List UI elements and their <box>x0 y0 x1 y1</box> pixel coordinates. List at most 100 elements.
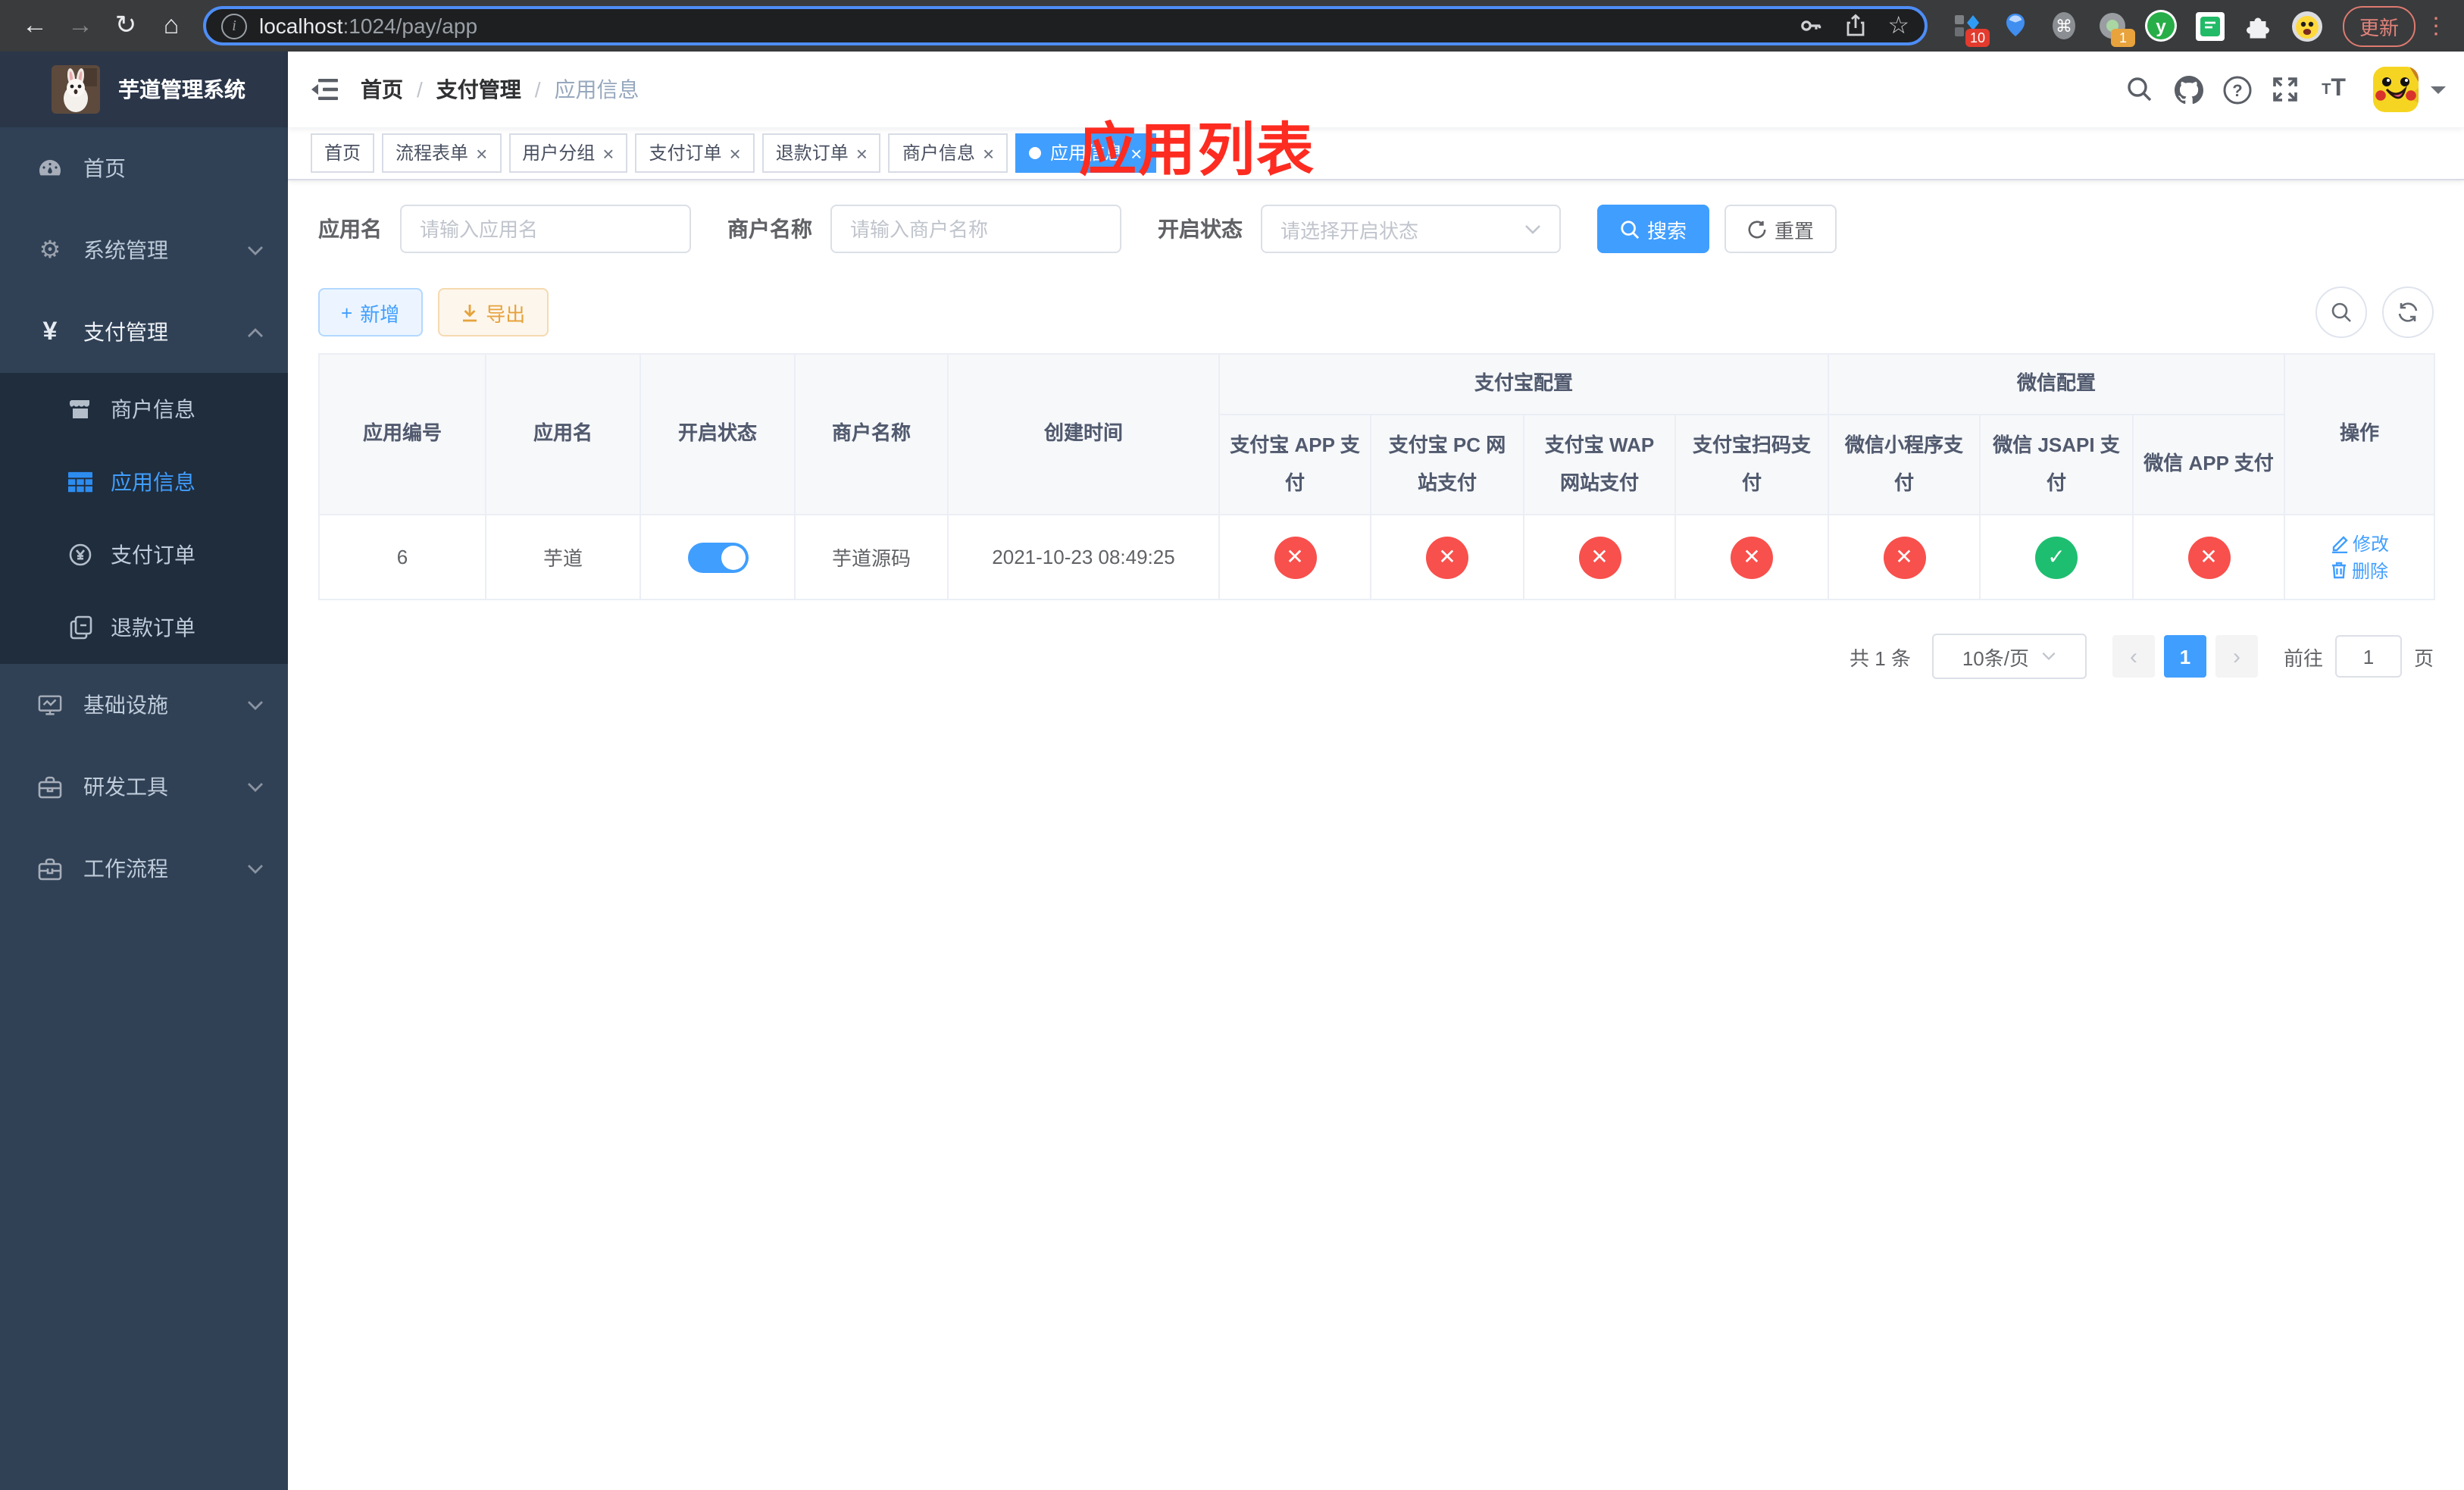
sidebar-item-payment[interactable]: ¥ 支付管理 <box>0 291 288 373</box>
extensions-area: 10 ⌘ 1 y <box>1943 9 2331 47</box>
prev-page-button[interactable]: ‹ <box>2112 635 2155 678</box>
svg-text:y: y <box>2156 17 2166 37</box>
browser-home-icon[interactable]: ⌂ <box>152 6 191 45</box>
close-icon[interactable]: × <box>730 143 741 163</box>
trash-icon <box>2332 562 2346 579</box>
app-name-label: 应用名 <box>318 217 382 241</box>
sidebar-item-refund-order[interactable]: 退款订单 <box>0 591 288 664</box>
download-icon <box>460 302 478 322</box>
yen-icon: ¥ <box>42 317 58 346</box>
header-search-icon[interactable] <box>2115 65 2164 114</box>
site-info-icon[interactable]: i <box>221 13 247 39</box>
close-icon[interactable]: × <box>602 143 614 163</box>
sidebar-item-label: 研发工具 <box>83 775 168 799</box>
sidebar-item-pay-order[interactable]: 支付订单 <box>0 518 288 591</box>
chevron-down-icon <box>247 700 264 710</box>
close-icon[interactable]: × <box>476 143 487 163</box>
tag-app-info[interactable]: 应用信息 × <box>1015 133 1156 173</box>
browser-reload-icon[interactable]: ↻ <box>106 6 145 45</box>
merchant-name-input[interactable] <box>830 205 1121 253</box>
sidebar: 芋道管理系统 首页 ⚙ 系统管理 ¥ 支付管理 商户信息 应用信息 支付订单 退… <box>0 52 288 1490</box>
search-button[interactable]: 搜索 <box>1597 205 1710 253</box>
dashboard-icon <box>38 156 62 180</box>
app-name-input[interactable] <box>400 205 691 253</box>
bookmark-star-icon[interactable]: ☆ <box>1887 11 1909 41</box>
sidebar-item-label: 支付管理 <box>83 320 168 344</box>
sidebar-item-app-info[interactable]: 应用信息 <box>0 446 288 518</box>
reset-button[interactable]: 重置 <box>1724 205 1837 253</box>
close-icon[interactable]: × <box>856 143 868 163</box>
user-avatar[interactable] <box>2373 67 2419 112</box>
extension-y-icon[interactable]: y <box>2144 9 2178 42</box>
font-size-icon[interactable]: TT <box>2309 65 2358 114</box>
sidebar-item-workflow[interactable]: 工作流程 <box>0 828 288 909</box>
export-button[interactable]: 导出 <box>437 288 549 337</box>
delete-link[interactable]: 删除 <box>2331 557 2388 583</box>
sidebar-item-home[interactable]: 首页 <box>0 127 288 209</box>
browser-update-button[interactable]: 更新 <box>2343 5 2416 46</box>
extension-recorder-icon[interactable]: 1 <box>2096 9 2135 47</box>
extension-emoji-icon[interactable] <box>2290 9 2323 42</box>
channel-status-icon <box>1426 536 1468 578</box>
chevron-down-icon <box>247 863 264 874</box>
cell-alipay-qr <box>1674 514 1830 600</box>
documents-icon <box>68 615 92 640</box>
browser-forward-icon[interactable]: → <box>61 6 100 45</box>
page-number-current[interactable]: 1 <box>2163 635 2206 678</box>
avatar-caret-icon[interactable] <box>2431 86 2446 102</box>
browser-back-icon[interactable]: ← <box>15 6 55 45</box>
breadcrumb-payment[interactable]: 支付管理 <box>436 74 521 105</box>
browser-menu-icon[interactable]: ⋮ <box>2425 12 2449 39</box>
tag-pay-order[interactable]: 支付订单 × <box>635 133 755 173</box>
col-header-created: 创建时间 <box>947 353 1220 515</box>
sidebar-item-label: 支付订单 <box>111 543 195 567</box>
tag-refund-order[interactable]: 退款订单 × <box>761 133 881 173</box>
active-dot <box>1029 147 1042 159</box>
shop-icon <box>68 397 92 421</box>
gear-icon: ⚙ <box>39 238 61 264</box>
col-header-alipay-wap: 支付宝 WAP 网站支付 <box>1523 414 1676 515</box>
chevron-down-icon <box>1524 224 1541 234</box>
page-size-select[interactable]: 10条/页 <box>1931 634 2087 679</box>
fullscreen-icon[interactable] <box>2261 65 2309 114</box>
payment-submenu: 商户信息 应用信息 支付订单 退款订单 <box>0 373 288 664</box>
next-page-button[interactable]: › <box>2215 635 2258 678</box>
address-bar[interactable]: i localhost:1024/pay/app ☆ <box>203 6 1928 45</box>
tag-user-group[interactable]: 用户分组 × <box>508 133 628 173</box>
status-label: 开启状态 <box>1158 217 1243 241</box>
sidebar-logo[interactable]: 芋道管理系统 <box>0 52 288 127</box>
extension-command-icon[interactable]: ⌘ <box>2047 9 2081 42</box>
cell-app-name: 芋道 <box>485 514 641 600</box>
extension-badge: 10 <box>1965 29 1990 47</box>
extensions-puzzle-icon[interactable] <box>2241 9 2275 42</box>
breadcrumb-home[interactable]: 首页 <box>361 74 403 105</box>
github-icon[interactable] <box>2164 65 2212 114</box>
sidebar-item-system[interactable]: ⚙ 系统管理 <box>0 209 288 291</box>
col-header-alipay-pc: 支付宝 PC 网站支付 <box>1370 414 1524 515</box>
goto-label: 前往 <box>2283 646 2323 669</box>
status-toggle[interactable] <box>687 542 748 572</box>
sidebar-item-infra[interactable]: 基础设施 <box>0 664 288 746</box>
password-key-icon[interactable] <box>1798 14 1822 38</box>
tag-process-form[interactable]: 流程表单 × <box>382 133 502 173</box>
tag-merchant-info[interactable]: 商户信息 × <box>888 133 1008 173</box>
share-icon[interactable] <box>1843 14 1866 38</box>
close-icon[interactable]: × <box>1130 143 1142 163</box>
toggle-search-button[interactable] <box>2315 286 2367 338</box>
sidebar-item-devtools[interactable]: 研发工具 <box>0 746 288 828</box>
help-icon[interactable]: ? <box>2212 65 2261 114</box>
goto-page-input[interactable] <box>2334 635 2402 678</box>
col-header-alipay-qr: 支付宝扫码支付 <box>1674 414 1830 515</box>
refresh-table-button[interactable] <box>2382 286 2434 338</box>
add-button[interactable]: + 新增 <box>318 288 423 337</box>
extension-chat-icon[interactable] <box>2193 9 2226 42</box>
tag-home[interactable]: 首页 <box>311 133 375 173</box>
chevron-down-icon <box>247 781 264 792</box>
status-select[interactable]: 请选择开启状态 <box>1261 205 1561 253</box>
sidebar-item-merchant-info[interactable]: 商户信息 <box>0 373 288 446</box>
sidebar-collapse-icon[interactable] <box>288 52 361 127</box>
extension-balloon-icon[interactable] <box>1999 9 2032 42</box>
edit-link[interactable]: 修改 <box>2330 531 2389 556</box>
close-icon[interactable]: × <box>983 143 994 163</box>
extension-sketch-icon[interactable]: 10 <box>1950 9 1990 47</box>
